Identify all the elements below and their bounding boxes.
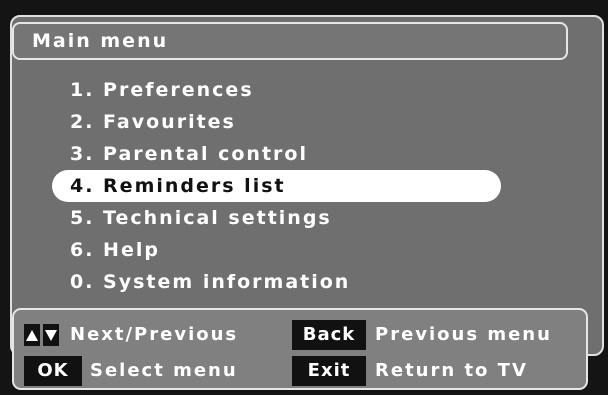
next-previous-hint: Next/Previous: [70, 324, 239, 345]
menu-item-technical-settings[interactable]: 5. Technical settings: [52, 202, 512, 234]
tv-screen: Main menu 1. Preferences 2. Favourites 3…: [0, 0, 608, 395]
menu-item-help[interactable]: 6. Help: [52, 234, 512, 266]
menu-item-parental-control[interactable]: 3. Parental control: [52, 138, 512, 170]
back-key[interactable]: Back: [292, 320, 366, 350]
arrow-up-icon: [24, 324, 40, 346]
menu-item-favourites[interactable]: 2. Favourites: [52, 106, 512, 138]
main-menu-list: 1. Preferences 2. Favourites 3. Parental…: [52, 74, 512, 298]
select-menu-hint: Select menu: [90, 360, 238, 381]
page-title: Main menu: [32, 30, 169, 52]
menu-item-system-information[interactable]: 0. System information: [52, 266, 512, 298]
title-bar: Main menu: [12, 22, 568, 60]
key-hint-bar: Next/Previous Back Previous menu OK Sele…: [12, 308, 588, 390]
previous-menu-hint: Previous menu: [375, 324, 552, 345]
arrow-down-icon: [43, 324, 59, 346]
menu-item-preferences[interactable]: 1. Preferences: [52, 74, 512, 106]
exit-key[interactable]: Exit: [292, 356, 366, 386]
menu-item-reminders-list[interactable]: 4. Reminders list: [52, 170, 501, 202]
ok-key[interactable]: OK: [24, 356, 82, 386]
return-to-tv-hint: Return to TV: [375, 360, 528, 381]
